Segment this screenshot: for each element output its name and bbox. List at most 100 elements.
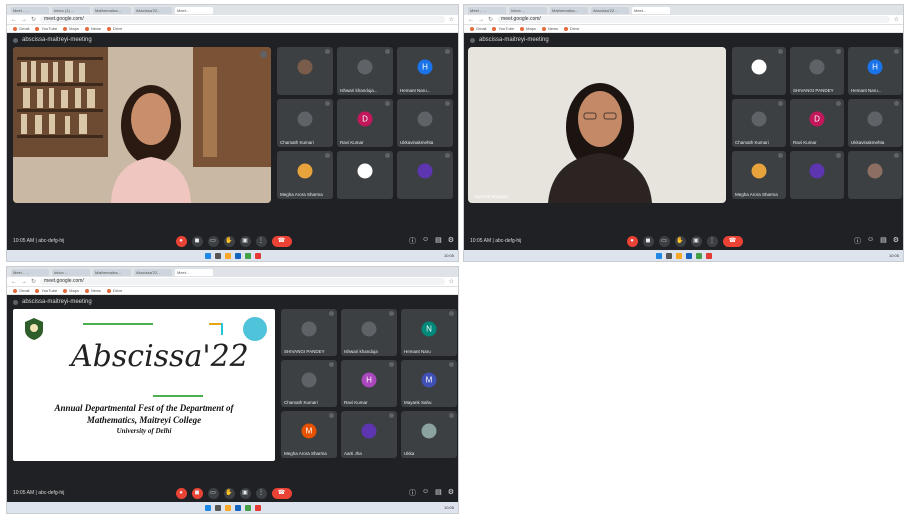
- participant-tile[interactable]: Ukkavinakmehta: [848, 99, 902, 147]
- chat-icon[interactable]: ▤: [435, 236, 442, 246]
- browser-tab[interactable]: Abscissa'22...: [591, 6, 629, 14]
- participant-tile[interactable]: Ukkavinakmehta: [397, 99, 453, 147]
- raise-hand-button[interactable]: ✋: [674, 235, 686, 247]
- chrome-icon[interactable]: [695, 252, 702, 259]
- bookmark-item[interactable]: Gmail: [13, 288, 29, 293]
- mic-off-button[interactable]: ●: [175, 487, 187, 499]
- activities-icon[interactable]: ⚙: [448, 488, 454, 498]
- present-button[interactable]: ▣: [239, 487, 251, 499]
- start-icon[interactable]: [655, 252, 662, 259]
- app-icon[interactable]: [254, 504, 261, 511]
- forward-icon[interactable]: →: [21, 17, 27, 23]
- chat-icon[interactable]: ▤: [435, 488, 442, 498]
- bookmark-item[interactable]: YouTube: [492, 26, 514, 31]
- chrome-icon[interactable]: [244, 252, 251, 259]
- bookmark-item[interactable]: Drive: [107, 26, 122, 31]
- bookmark-item[interactable]: Gmail: [470, 26, 486, 31]
- participant-tile[interactable]: H Ravi Kumar: [341, 360, 397, 407]
- browser-tab[interactable]: Mathematics...: [550, 6, 588, 14]
- browser-tab[interactable]: Inbox (1) ...: [52, 6, 90, 14]
- participant-tile[interactable]: [337, 151, 393, 199]
- browser-tab-active[interactable]: Meet...: [175, 6, 213, 14]
- search-icon[interactable]: [214, 504, 221, 511]
- raise-hand-button[interactable]: ✋: [223, 235, 235, 247]
- present-button[interactable]: ▣: [690, 235, 702, 247]
- edge-icon[interactable]: [685, 252, 692, 259]
- browser-tab[interactable]: Abscissa'22...: [134, 6, 172, 14]
- people-icon[interactable]: ☺: [867, 236, 874, 246]
- captions-button[interactable]: ▭: [207, 487, 219, 499]
- raise-hand-button[interactable]: ✋: [223, 487, 235, 499]
- participant-tile[interactable]: [848, 151, 902, 199]
- participant-tile[interactable]: [790, 151, 844, 199]
- edge-icon[interactable]: [234, 504, 241, 511]
- star-icon[interactable]: ☆: [894, 16, 899, 23]
- main-video-tile[interactable]: [13, 47, 271, 203]
- reload-icon[interactable]: ↻: [488, 16, 493, 23]
- participant-tile[interactable]: Chamath Kumari: [277, 99, 333, 147]
- browser-tab[interactable]: Abscissa'22...: [134, 268, 172, 276]
- back-icon[interactable]: ←: [11, 279, 17, 285]
- more-options-button[interactable]: ⋮: [255, 235, 267, 247]
- leave-call-button[interactable]: ☎: [271, 487, 292, 499]
- browser-tab-active[interactable]: Meet...: [175, 268, 213, 276]
- participant-tile[interactable]: Chamath Kumari: [732, 99, 786, 147]
- camera-button[interactable]: ◼: [191, 235, 203, 247]
- participant-tile[interactable]: N Hemant Naru: [401, 309, 457, 356]
- bookmark-item[interactable]: News: [85, 26, 101, 31]
- participant-tile[interactable]: Megha Arora Sharma: [732, 151, 786, 199]
- browser-tab[interactable]: Meet - ...: [11, 6, 49, 14]
- folder-icon[interactable]: [224, 252, 231, 259]
- app-icon[interactable]: [254, 252, 261, 259]
- bookmark-item[interactable]: Maps: [63, 26, 79, 31]
- search-icon[interactable]: [665, 252, 672, 259]
- edge-icon[interactable]: [234, 252, 241, 259]
- participant-tile[interactable]: D Ravi Kumar: [337, 99, 393, 147]
- participant-tile[interactable]: H Hemant Naru...: [397, 47, 453, 95]
- leave-call-button[interactable]: ☎: [271, 235, 292, 247]
- participant-tile[interactable]: Aarti Jha: [341, 411, 397, 458]
- mic-off-button[interactable]: ●: [626, 235, 638, 247]
- bookmark-item[interactable]: Drive: [564, 26, 579, 31]
- search-icon[interactable]: [214, 252, 221, 259]
- info-icon[interactable]: ⓘ: [854, 236, 861, 246]
- participant-tile[interactable]: M Mayank Sahu: [401, 360, 457, 407]
- reload-icon[interactable]: ↻: [31, 278, 36, 285]
- browser-tab[interactable]: Mathematics...: [93, 268, 131, 276]
- chrome-icon[interactable]: [244, 504, 251, 511]
- main-video-tile[interactable]: Aanchal Bhargav: [468, 47, 726, 203]
- browser-tab[interactable]: Inbox ...: [52, 268, 90, 276]
- more-options-button[interactable]: ⋮: [255, 487, 267, 499]
- browser-tab[interactable]: Mathematics...: [93, 6, 131, 14]
- mic-off-button[interactable]: ●: [175, 235, 187, 247]
- participant-tile[interactable]: M Megha Arora Sharma: [281, 411, 337, 458]
- bookmark-item[interactable]: YouTube: [35, 288, 57, 293]
- folder-icon[interactable]: [224, 504, 231, 511]
- participant-tile[interactable]: [397, 151, 453, 199]
- app-icon[interactable]: [705, 252, 712, 259]
- bookmark-item[interactable]: News: [542, 26, 558, 31]
- info-icon[interactable]: ⓘ: [409, 236, 416, 246]
- people-icon[interactable]: ☺: [422, 236, 429, 246]
- bookmark-item[interactable]: YouTube: [35, 26, 57, 31]
- info-icon[interactable]: ⓘ: [409, 488, 416, 498]
- start-icon[interactable]: [204, 504, 211, 511]
- more-options-button[interactable]: ⋮: [706, 235, 718, 247]
- leave-call-button[interactable]: ☎: [722, 235, 743, 247]
- browser-tab[interactable]: Meet - ...: [468, 6, 506, 14]
- bookmark-item[interactable]: Maps: [520, 26, 536, 31]
- back-icon[interactable]: ←: [11, 17, 17, 23]
- forward-icon[interactable]: →: [21, 279, 27, 285]
- browser-tab[interactable]: Inbox ...: [509, 6, 547, 14]
- participant-tile[interactable]: SHIVANGI PANDEY: [281, 309, 337, 356]
- activities-icon[interactable]: ⚙: [448, 236, 454, 246]
- captions-button[interactable]: ▭: [658, 235, 670, 247]
- chat-icon[interactable]: ▤: [880, 236, 887, 246]
- pin-icon[interactable]: [260, 51, 267, 58]
- reload-icon[interactable]: ↻: [31, 16, 36, 23]
- star-icon[interactable]: ☆: [449, 16, 454, 23]
- participant-tile[interactable]: [277, 47, 333, 95]
- url-field[interactable]: meet.google.com/: [497, 16, 890, 23]
- participant-tile[interactable]: D Ravi Kumar: [790, 99, 844, 147]
- participant-tile[interactable]: Ukka: [401, 411, 457, 458]
